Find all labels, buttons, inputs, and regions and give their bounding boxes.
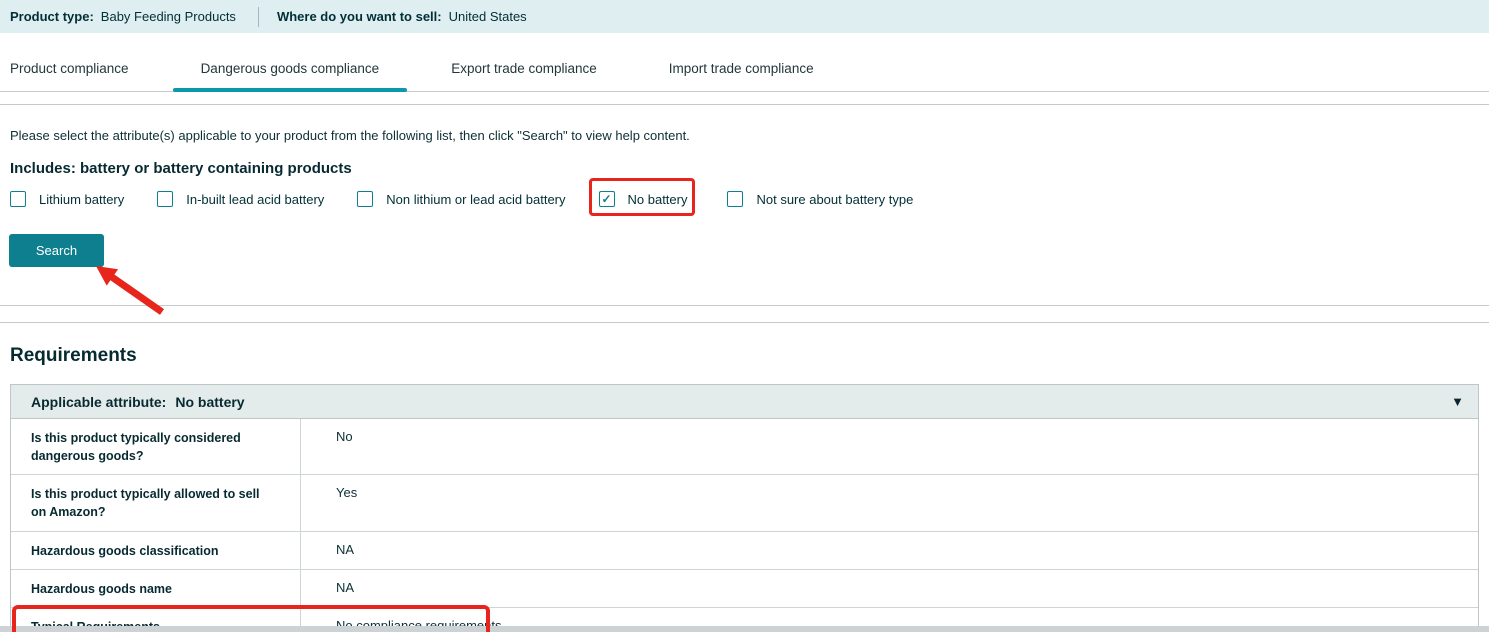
table-row: Is this product typically considered dan… — [11, 419, 1478, 475]
checkbox-label: Non lithium or lead acid battery — [386, 192, 565, 207]
applicable-attribute-label: Applicable attribute: — [31, 394, 166, 410]
product-type-value: Baby Feeding Products — [101, 9, 236, 24]
divider — [0, 322, 1489, 323]
context-bar: Product type: Baby Feeding Products Wher… — [0, 0, 1489, 33]
row-label: Hazardous goods name — [11, 570, 301, 607]
row-label: Hazardous goods classification — [11, 532, 301, 569]
battery-checkbox-row: Lithium battery In-built lead acid batte… — [10, 191, 1479, 207]
requirements-table: Applicable attribute: No battery ▼ Is th… — [10, 384, 1479, 632]
chevron-down-icon[interactable]: ▼ — [1451, 395, 1464, 408]
checkbox-non-lithium-or-lead-acid-battery[interactable]: Non lithium or lead acid battery — [357, 191, 565, 207]
checkbox-no-battery[interactable]: ✓ No battery — [599, 191, 688, 207]
checkbox-label: In-built lead acid battery — [186, 192, 324, 207]
table-row: Is this product typically allowed to sel… — [11, 475, 1478, 531]
checkbox-label: No battery — [628, 192, 688, 207]
checkbox-icon[interactable] — [10, 191, 26, 207]
tab-dangerous-goods-compliance[interactable]: Dangerous goods compliance — [173, 45, 408, 91]
instruction-text: Please select the attribute(s) applicabl… — [10, 128, 1479, 143]
attribute-selection-panel: Please select the attribute(s) applicabl… — [0, 128, 1489, 267]
checkbox-icon[interactable] — [157, 191, 173, 207]
compliance-tabbar: Product compliance Dangerous goods compl… — [0, 45, 1489, 92]
row-value: Yes — [301, 475, 357, 530]
checkbox-label: Lithium battery — [39, 192, 124, 207]
row-value: NA — [301, 570, 354, 607]
tab-import-trade-compliance[interactable]: Import trade compliance — [641, 45, 842, 91]
sell-location-label: Where do you want to sell: — [277, 9, 442, 24]
checkbox-icon[interactable] — [357, 191, 373, 207]
vertical-divider — [258, 7, 259, 27]
row-label: Is this product typically allowed to sel… — [11, 475, 301, 530]
checkbox-inbuilt-lead-acid-battery[interactable]: In-built lead acid battery — [157, 191, 324, 207]
applicable-attribute-text: Applicable attribute: No battery — [31, 394, 245, 410]
bottom-edge-band — [0, 626, 1489, 632]
requirements-heading: Requirements — [10, 345, 1479, 367]
divider — [0, 104, 1489, 105]
checkbox-checked-icon[interactable]: ✓ — [599, 191, 615, 207]
applicable-attribute-header[interactable]: Applicable attribute: No battery ▼ — [11, 385, 1478, 419]
table-row: Hazardous goods classification NA — [11, 532, 1478, 570]
table-row: Hazardous goods name NA — [11, 570, 1478, 608]
tab-export-trade-compliance[interactable]: Export trade compliance — [423, 45, 625, 91]
divider — [0, 305, 1489, 306]
checkbox-icon[interactable] — [727, 191, 743, 207]
row-value: No — [301, 419, 353, 474]
tab-product-compliance[interactable]: Product compliance — [10, 45, 157, 91]
row-label: Is this product typically considered dan… — [11, 419, 301, 474]
checkbox-lithium-battery[interactable]: Lithium battery — [10, 191, 124, 207]
sell-location-value: United States — [449, 9, 527, 24]
requirements-section: Requirements Applicable attribute: No ba… — [0, 345, 1489, 632]
checkbox-label: Not sure about battery type — [756, 192, 913, 207]
checkbox-not-sure-about-battery-type[interactable]: Not sure about battery type — [727, 191, 913, 207]
product-type-label: Product type: — [10, 9, 94, 24]
check-icon: ✓ — [601, 192, 611, 206]
row-value: NA — [301, 532, 354, 569]
search-button[interactable]: Search — [9, 234, 104, 267]
battery-section-title: Includes: battery or battery containing … — [10, 160, 1479, 177]
sell-location-pair: Where do you want to sell: United States — [277, 9, 527, 24]
applicable-attribute-value: No battery — [175, 394, 244, 410]
product-type-pair: Product type: Baby Feeding Products — [10, 9, 236, 24]
